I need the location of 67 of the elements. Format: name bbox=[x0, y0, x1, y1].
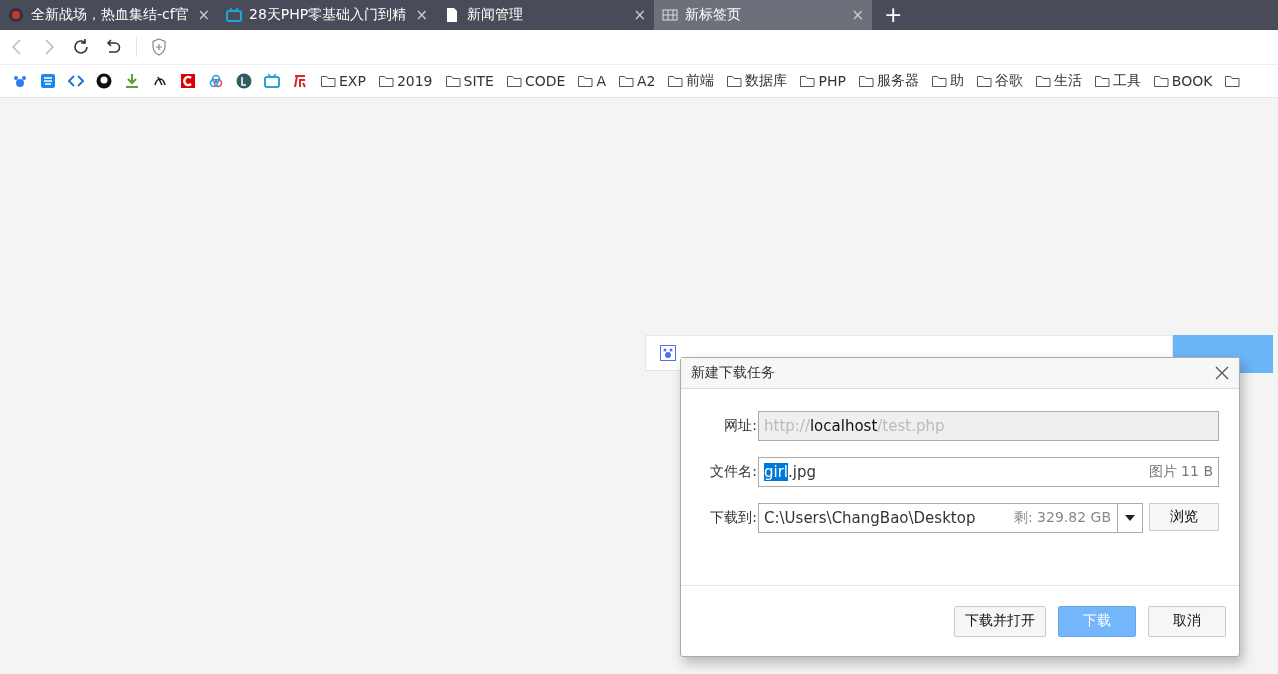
bookmark-folder[interactable]: 2019 bbox=[396, 73, 433, 89]
tv-icon[interactable] bbox=[264, 73, 280, 89]
browser-tab[interactable]: 新闻管理 × bbox=[436, 0, 654, 30]
folder-icon[interactable] bbox=[1093, 73, 1110, 89]
browse-button[interactable]: 浏览 bbox=[1149, 503, 1219, 531]
reload-icon[interactable] bbox=[72, 38, 90, 56]
undo-icon[interactable] bbox=[104, 38, 122, 56]
dialog-button[interactable]: 取消 bbox=[1148, 605, 1226, 637]
bookmark-folder[interactable]: PHP bbox=[818, 73, 846, 89]
folder-icon[interactable] bbox=[320, 73, 336, 89]
folder-icon[interactable] bbox=[930, 73, 947, 89]
bookmark-folder[interactable]: A bbox=[596, 73, 606, 89]
browser-tab[interactable]: 全新战场，热血集结-cf官 × bbox=[0, 0, 218, 30]
folder-icon[interactable] bbox=[505, 73, 522, 89]
page-icon bbox=[444, 7, 460, 23]
letter-l-icon[interactable] bbox=[236, 73, 252, 89]
folder-icon[interactable] bbox=[1224, 73, 1241, 89]
bookmark-folder[interactable]: 前端 bbox=[686, 72, 715, 90]
browser-tab[interactable]: 28天PHP零基础入门到精 × bbox=[218, 0, 436, 30]
bookmark-folder[interactable]: 生活 bbox=[1053, 72, 1082, 90]
rings-icon[interactable] bbox=[208, 73, 224, 89]
tab-close[interactable]: × bbox=[415, 6, 428, 24]
tv-icon bbox=[226, 7, 242, 23]
browser-tab[interactable]: 新标签页 × bbox=[654, 0, 872, 30]
dialog-button[interactable]: 下载并打开 bbox=[954, 605, 1046, 637]
code-icon[interactable] bbox=[68, 73, 84, 89]
bookmark-folder[interactable]: 数据库 bbox=[745, 72, 788, 90]
shield-icon[interactable] bbox=[151, 38, 167, 56]
filename-field[interactable]: girl.jpg 图片 11 B bbox=[758, 457, 1219, 487]
field-label: 文件名: bbox=[709, 463, 757, 481]
translate-icon[interactable] bbox=[40, 73, 56, 89]
paw-icon bbox=[660, 345, 676, 361]
close-icon[interactable] bbox=[1215, 366, 1229, 380]
new-tab-button[interactable]: + bbox=[872, 0, 915, 30]
download-icon[interactable] bbox=[124, 73, 140, 89]
field-label: 下载到: bbox=[709, 509, 757, 527]
folder-icon[interactable] bbox=[444, 73, 461, 89]
paw-icon[interactable] bbox=[12, 73, 28, 89]
dialog-title: 新建下载任务 bbox=[691, 364, 775, 382]
bookmark-folder[interactable]: 助 bbox=[949, 72, 964, 90]
field-label: 网址: bbox=[723, 417, 757, 435]
folder-dropdown[interactable]: C:\Users\ChangBao\Desktop 剩: 329.82 GB bbox=[758, 503, 1143, 533]
folder-icon[interactable] bbox=[857, 73, 874, 89]
folder-icon[interactable] bbox=[577, 73, 594, 89]
grid-icon bbox=[662, 7, 678, 23]
bookmark-folder[interactable]: SITE bbox=[463, 73, 494, 89]
letter-c-icon[interactable] bbox=[180, 73, 196, 89]
folder-icon[interactable] bbox=[799, 73, 816, 89]
tab-close[interactable]: × bbox=[197, 6, 210, 24]
bookmark-folder[interactable]: CODE bbox=[524, 73, 566, 89]
game-logo-icon bbox=[8, 7, 24, 23]
folder-icon[interactable] bbox=[975, 73, 992, 89]
folder-icon[interactable] bbox=[667, 73, 684, 89]
folder-icon[interactable] bbox=[726, 73, 743, 89]
caret-icon[interactable] bbox=[1125, 515, 1135, 521]
bookmark-folder[interactable]: 谷歌 bbox=[994, 72, 1023, 90]
bookmark-folder[interactable]: 服务器 bbox=[876, 72, 919, 90]
bookmark-folder[interactable]: 工具 bbox=[1112, 72, 1141, 90]
bookmark-folder[interactable]: EXP bbox=[339, 73, 366, 89]
folder-icon[interactable] bbox=[617, 73, 634, 89]
folder-icon[interactable] bbox=[1034, 73, 1051, 89]
character-icon[interactable] bbox=[292, 73, 308, 89]
folder-icon[interactable] bbox=[377, 73, 394, 89]
tab-close[interactable]: × bbox=[633, 6, 646, 24]
bookmark-folder[interactable]: A2 bbox=[636, 73, 656, 89]
bookmark-folder[interactable]: BOOK bbox=[1171, 73, 1213, 89]
folder-icon[interactable] bbox=[1152, 73, 1169, 89]
